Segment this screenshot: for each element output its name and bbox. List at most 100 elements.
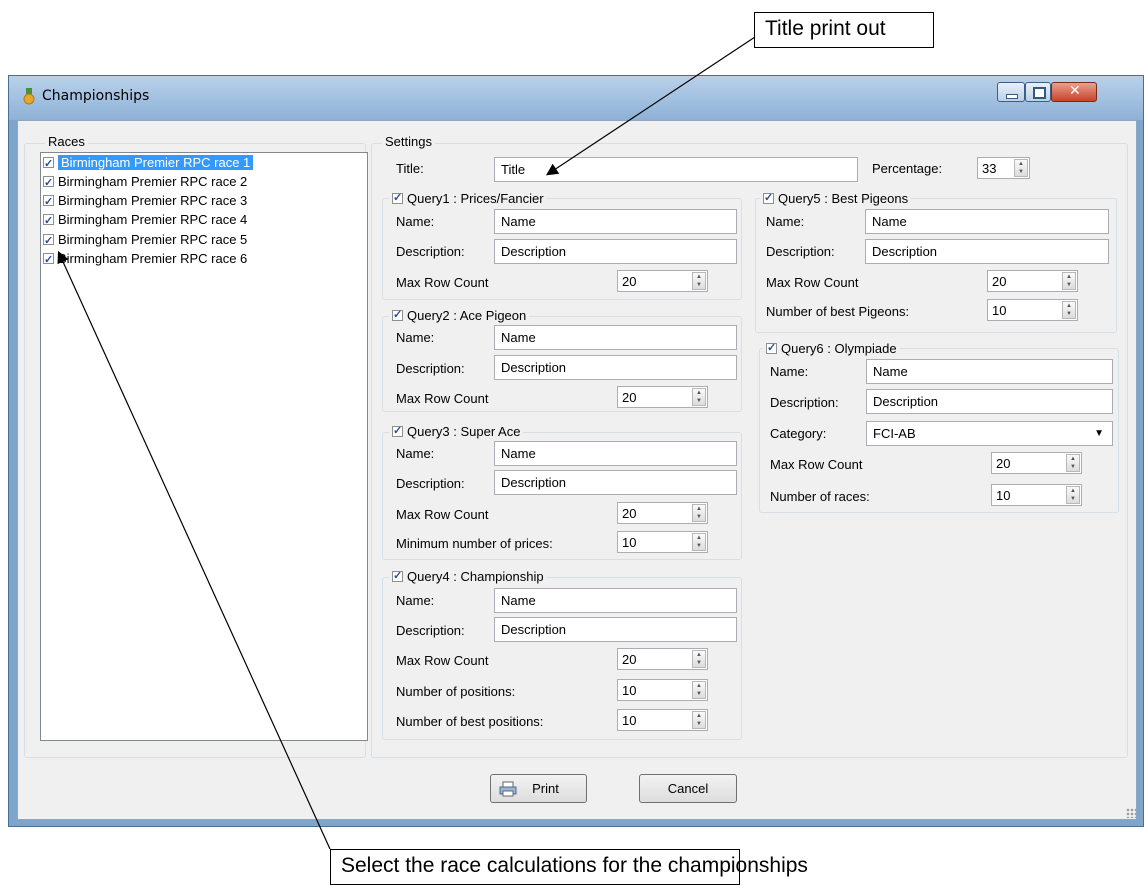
checkbox[interactable] [43,174,54,192]
query2-max-row-stepper[interactable]: 20 ▲ ▼ [617,386,708,408]
percentage-label: Percentage: [872,161,943,176]
checkbox[interactable] [392,424,403,439]
checkbox[interactable] [392,191,403,206]
checkbox[interactable] [43,251,54,269]
description-label: Description: [396,244,465,259]
category-value: FCI-AB [873,426,916,441]
spin-arrows-icon[interactable]: ▲ ▼ [692,272,706,290]
query3-max-row-stepper[interactable]: 20 ▲ ▼ [617,502,708,524]
min-prices-value: 10 [622,535,637,550]
query3-description-input[interactable]: Description [494,470,737,495]
maximize-button[interactable] [1025,82,1051,102]
race-label: Birmingham Premier RPC race 4 [58,212,248,227]
number-of-races-label: Number of races: [770,489,870,504]
spin-arrows-icon[interactable]: ▲ ▼ [1014,159,1028,177]
query6-name-input[interactable]: Name [866,359,1113,384]
query4-label: Query4 : Championship [407,569,544,584]
description-label: Description: [770,395,839,410]
checkbox[interactable] [763,191,774,206]
best-positions-label: Number of best positions: [396,714,544,729]
list-item[interactable]: Birmingham Premier RPC race 5 [43,231,363,250]
query1-header[interactable]: Query1 : Prices/Fancier [389,191,547,206]
checkbox[interactable] [766,341,777,356]
checkbox[interactable] [43,193,54,211]
name-label: Name: [396,446,435,461]
spin-arrows-icon[interactable]: ▲ ▼ [692,388,706,406]
list-item[interactable]: Birmingham Premier RPC race 1 [43,154,363,173]
query6-max-row-stepper[interactable]: 20 ▲ ▼ [991,452,1082,474]
spin-arrows-icon[interactable]: ▲ ▼ [1062,272,1076,290]
print-label: Print [532,781,559,796]
checkbox[interactable] [43,232,54,250]
max-row-value: 20 [622,506,637,521]
query5-description-input[interactable]: Description [865,239,1109,264]
checkbox[interactable] [392,308,403,323]
percentage-stepper[interactable]: 33 ▲ ▼ [977,157,1030,179]
query4-description-input[interactable]: Description [494,617,737,642]
query5-best-pigeons-stepper[interactable]: 10 ▲ ▼ [987,299,1078,321]
query4-name-input[interactable]: Name [494,588,737,613]
query4-best-positions-stepper[interactable]: 10 ▲ ▼ [617,709,708,731]
query6-description-input[interactable]: Description [866,389,1113,414]
list-item[interactable]: Birmingham Premier RPC race 3 [43,192,363,211]
resize-grip[interactable] [1126,808,1136,818]
spin-arrows-icon[interactable]: ▲ ▼ [692,711,706,729]
spin-arrows-icon[interactable]: ▲ ▼ [1066,486,1080,504]
max-row-value: 20 [996,456,1011,471]
race-label: Birmingham Premier RPC race 1 [58,155,254,170]
checkbox[interactable] [43,155,54,173]
print-button[interactable]: Print [490,774,587,803]
name-label: Name: [396,214,435,229]
minimize-button[interactable] [997,82,1025,102]
query1-name-input[interactable]: Name [494,209,737,234]
checkbox[interactable] [392,569,403,584]
spin-arrows-icon[interactable]: ▲ ▼ [692,681,706,699]
title-label: Title: [396,161,424,176]
query6-label: Query6 : Olympiade [781,341,897,356]
description-label: Description: [396,623,465,638]
query3-min-prices-stepper[interactable]: 10 ▲ ▼ [617,531,708,553]
chevron-down-icon[interactable]: ▼ [1094,422,1104,445]
callout-title-print-out: Title print out [754,12,934,48]
query3-label: Query3 : Super Ace [407,424,521,439]
percentage-value: 33 [982,161,997,176]
query6-category-select[interactable]: FCI-AB ▼ [866,421,1113,446]
max-row-count-label: Max Row Count [766,275,859,290]
spin-arrows-icon[interactable]: ▲ ▼ [692,504,706,522]
list-item[interactable]: Birmingham Premier RPC race 4 [43,211,363,230]
title-input[interactable]: Title [494,157,858,182]
query2-header[interactable]: Query2 : Ace Pigeon [389,308,530,323]
title-bar[interactable]: Championships ✕ [9,76,1143,120]
max-row-count-label: Max Row Count [396,391,489,406]
query3-header[interactable]: Query3 : Super Ace [389,424,524,439]
spin-arrows-icon[interactable]: ▲ ▼ [1062,301,1076,319]
positions-label: Number of positions: [396,684,516,699]
query1-max-row-stepper[interactable]: 20 ▲ ▼ [617,270,708,292]
description-label: Description: [396,476,465,491]
races-list[interactable]: Birmingham Premier RPC race 1 Birmingham… [40,152,368,741]
spin-arrows-icon[interactable]: ▲ ▼ [1066,454,1080,472]
checkbox[interactable] [43,212,54,230]
list-item[interactable]: Birmingham Premier RPC race 2 [43,173,363,192]
close-button[interactable]: ✕ [1051,82,1097,102]
spin-arrows-icon[interactable]: ▲ ▼ [692,533,706,551]
medal-icon [23,88,35,105]
query4-header[interactable]: Query4 : Championship [389,569,547,584]
query2-description-input[interactable]: Description [494,355,737,380]
close-icon: ✕ [1069,83,1081,99]
race-label: Birmingham Premier RPC race 6 [58,251,248,266]
query5-max-row-stepper[interactable]: 20 ▲ ▼ [987,270,1078,292]
query3-name-input[interactable]: Name [494,441,737,466]
query6-races-stepper[interactable]: 10 ▲ ▼ [991,484,1082,506]
query6-header[interactable]: Query6 : Olympiade [763,341,900,356]
query5-name-input[interactable]: Name [865,209,1109,234]
query1-description-input[interactable]: Description [494,239,737,264]
spin-arrows-icon[interactable]: ▲ ▼ [692,650,706,668]
query4-positions-stepper[interactable]: 10 ▲ ▼ [617,679,708,701]
cancel-button[interactable]: Cancel [639,774,737,803]
query2-label: Query2 : Ace Pigeon [407,308,527,323]
query2-name-input[interactable]: Name [494,325,737,350]
list-item[interactable]: Birmingham Premier RPC race 6 [43,250,363,269]
query4-max-row-stepper[interactable]: 20 ▲ ▼ [617,648,708,670]
query5-header[interactable]: Query5 : Best Pigeons [760,191,912,206]
